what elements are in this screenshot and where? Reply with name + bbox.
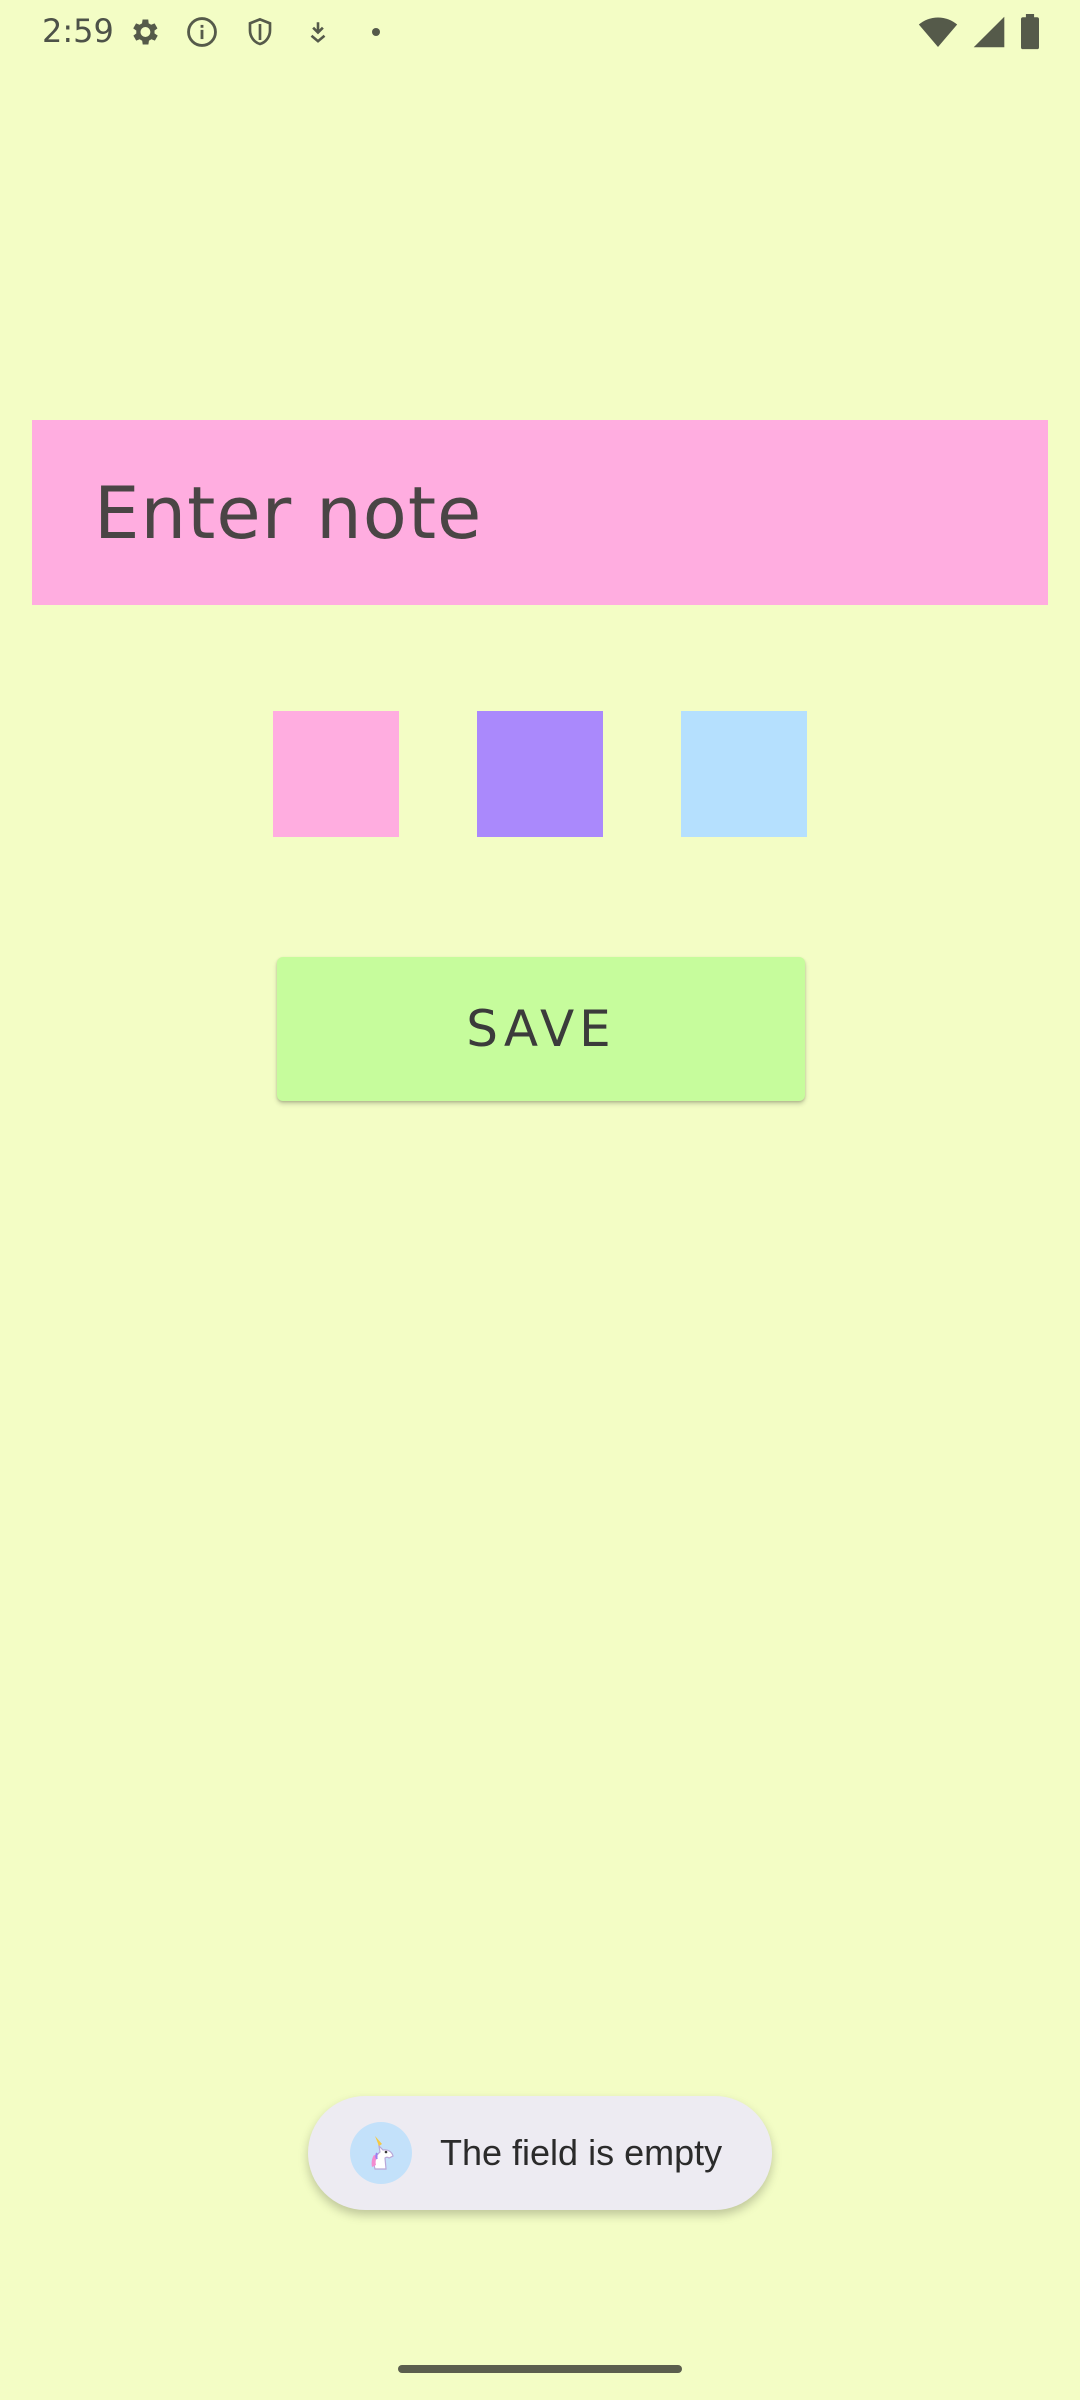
signal-icon — [972, 12, 1006, 52]
color-swatch-purple[interactable] — [477, 711, 603, 837]
save-button[interactable]: SAVE — [277, 957, 805, 1101]
shield-icon — [240, 12, 280, 52]
dot-icon — [356, 12, 396, 52]
navigation-handle[interactable] — [398, 2365, 682, 2373]
toast: The field is empty — [308, 2096, 772, 2210]
unicorn-icon — [350, 2122, 412, 2184]
status-left-icons — [124, 12, 414, 52]
color-swatch-pink[interactable] — [273, 711, 399, 837]
status-right-icons — [904, 12, 1040, 52]
status-time: 2:59 — [42, 12, 114, 50]
wifi-icon — [918, 12, 958, 52]
note-input[interactable] — [32, 420, 1048, 605]
download-icon — [298, 12, 338, 52]
toast-message: The field is empty — [440, 2132, 723, 2173]
status-bar: 2:59 — [0, 0, 1080, 64]
settings-icon — [124, 12, 164, 52]
color-swatch-blue[interactable] — [681, 711, 807, 837]
info-icon — [182, 12, 222, 52]
battery-icon — [1020, 12, 1040, 52]
